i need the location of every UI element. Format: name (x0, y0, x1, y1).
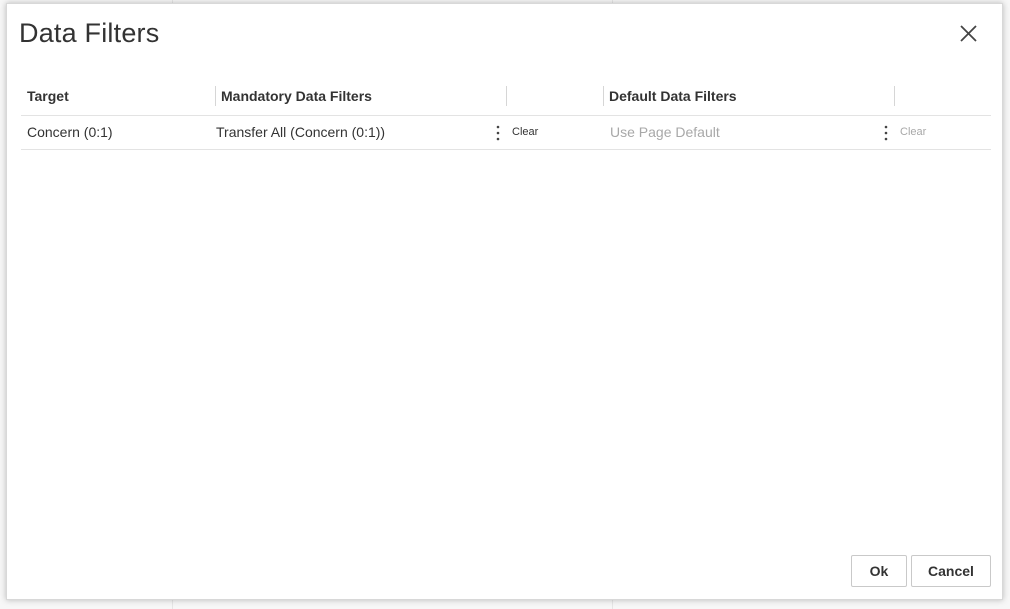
column-header-default-actions (894, 84, 991, 115)
mandatory-clear-button[interactable]: Clear (512, 116, 538, 149)
data-filters-table: Target Mandatory Data Filters Default Da… (21, 84, 991, 150)
mandatory-filter-cell[interactable]: Transfer All (Concern (0:1)) (215, 116, 485, 149)
ok-button[interactable]: Ok (851, 555, 907, 587)
more-vertical-icon (884, 125, 888, 141)
dialog-title: Data Filters (19, 18, 160, 48)
table-header: Target Mandatory Data Filters Default Da… (21, 84, 991, 116)
default-filter-menu-button[interactable] (881, 125, 891, 141)
target-cell: Concern (0:1) (27, 124, 113, 140)
more-vertical-icon (496, 125, 500, 141)
default-filter-cell[interactable]: Use Page Default (603, 116, 873, 149)
column-header-target: Target (27, 88, 69, 104)
data-filters-dialog: Data Filters Target Mandatory Data Filte… (6, 3, 1003, 600)
default-clear-button: Clear (900, 126, 927, 138)
column-header-mandatory: Mandatory Data Filters (221, 88, 372, 104)
table-row[interactable]: Concern (0:1) Transfer All (Concern (0:1… (21, 116, 991, 150)
mandatory-filter-menu-button[interactable] (493, 125, 503, 141)
close-icon (960, 25, 977, 42)
column-header-mandatory-actions (506, 84, 603, 115)
close-button[interactable] (956, 21, 982, 47)
cancel-button[interactable]: Cancel (911, 555, 991, 587)
column-header-default: Default Data Filters (609, 88, 737, 104)
